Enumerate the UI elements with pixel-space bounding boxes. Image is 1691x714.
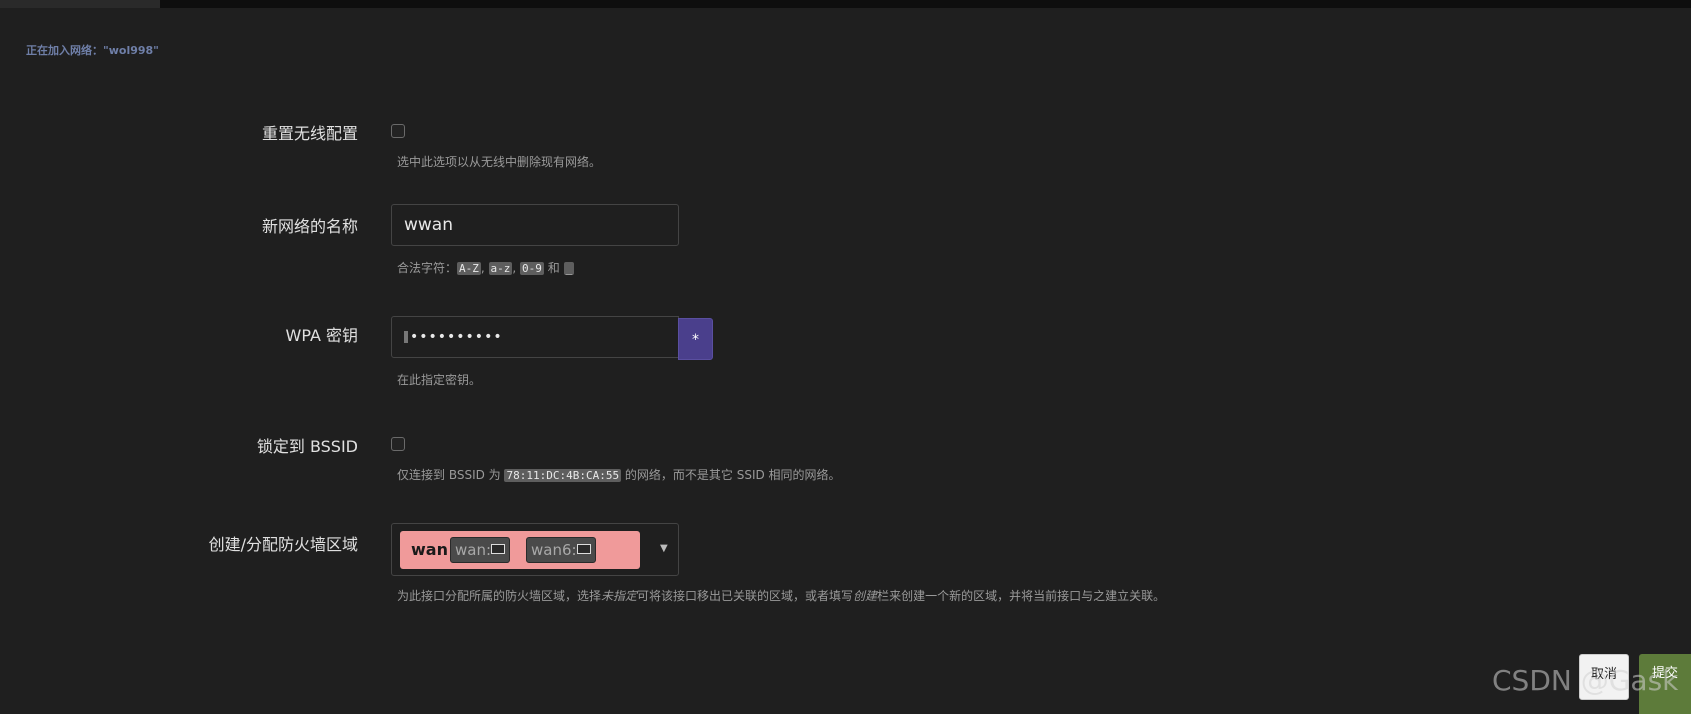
dialog-title: 正在加入网络："wol998" <box>26 44 159 57</box>
reset-wireless-checkbox[interactable] <box>391 124 405 138</box>
text-caret <box>404 331 408 343</box>
char-range-lower: a-z <box>488 262 513 275</box>
zone-network-wan6: wan6: <box>526 537 596 563</box>
separator: , <box>480 261 489 275</box>
top-bar-tab <box>0 0 160 8</box>
wpa-key-input[interactable]: •••••••••• <box>391 316 679 358</box>
desc-part: 可将该接口移出已关联的区域，或者填写 <box>637 589 854 603</box>
firewall-zone-label: 创建/分配防火墙区域 <box>208 535 358 554</box>
top-bar <box>0 0 1691 8</box>
and-word: 和 <box>543 261 564 275</box>
lock-bssid-desc-suffix: 的网络，而不是其它 SSID 相同的网络。 <box>621 468 841 482</box>
network-port-icon <box>491 543 506 554</box>
zone-badge: wan wan: wan6: <box>400 531 640 569</box>
wpa-key-label: WPA 密钥 <box>285 326 358 345</box>
network-name-input[interactable]: wwan <box>391 204 679 246</box>
cancel-button[interactable]: 取消 <box>1579 654 1629 700</box>
network-name: wan6: <box>531 541 577 559</box>
lock-bssid-desc-prefix: 仅连接到 BSSID 为 <box>397 468 505 482</box>
submit-button[interactable]: 提交 <box>1639 654 1691 714</box>
network-name-label: 新网络的名称 <box>261 217 358 236</box>
firewall-zone-description: 为此接口分配所属的防火墙区域，选择未指定可将该接口移出已关联的区域，或者填写创建… <box>397 587 1165 604</box>
legal-chars-prefix: 合法字符： <box>397 261 458 275</box>
separator: , <box>512 261 521 275</box>
wpa-key-description: 在此指定密钥。 <box>397 373 482 387</box>
char-range-upper: A-Z <box>457 262 481 275</box>
lock-bssid-label: 锁定到 BSSID <box>256 437 358 456</box>
firewall-zone-select[interactable]: wan wan: wan6: ▼ <box>391 523 679 576</box>
char-range-digits: 0-9 <box>520 262 544 275</box>
network-port-icon <box>576 543 591 554</box>
zone-network-wan: wan: <box>450 537 511 563</box>
network-name-description: 合法字符： A-Z, a-z, 0-9 和 _ <box>397 259 575 276</box>
reset-wireless-description: 选中此选项以从无线中删除现有网络。 <box>397 155 602 169</box>
desc-emphasis: 创建 <box>853 589 878 603</box>
desc-part: 为此接口分配所属的防火墙区域，选择 <box>397 589 602 603</box>
zone-name: wan <box>411 540 448 559</box>
reset-wireless-label: 重置无线配置 <box>261 124 358 143</box>
desc-emphasis: 未指定 <box>601 589 638 603</box>
char-underscore: _ <box>563 262 575 275</box>
bssid-value: 78:11:DC:4B:CA:55 <box>504 469 622 482</box>
lock-bssid-checkbox[interactable] <box>391 437 405 451</box>
chevron-down-icon[interactable]: ▼ <box>660 543 668 554</box>
lock-bssid-description: 仅连接到 BSSID 为 78:11:DC:4B:CA:55 的网络，而不是其它… <box>397 466 841 483</box>
wpa-key-masked-value: •••••••••• <box>410 329 503 345</box>
network-name: wan: <box>455 541 492 559</box>
desc-part: 栏来创建一个新的区域，并将当前接口与之建立关联。 <box>877 589 1166 603</box>
reveal-password-button[interactable]: * <box>678 318 713 360</box>
